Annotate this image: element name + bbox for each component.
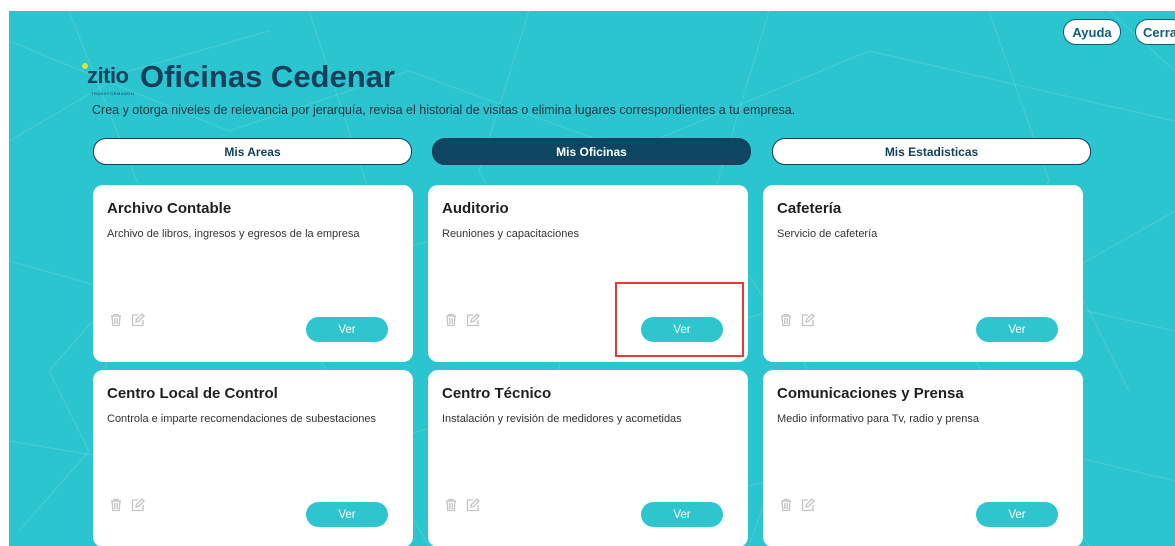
- office-card: Comunicaciones y Prensa Medio informativ…: [763, 370, 1083, 546]
- view-button[interactable]: Ver: [641, 502, 723, 527]
- office-title: Cafetería: [777, 200, 842, 217]
- app-canvas: Ayuda Cerra zitio TRANSFORMANDO Oficinas…: [9, 11, 1175, 546]
- office-card: Cafetería Servicio de cafetería Ver: [763, 185, 1083, 362]
- trash-icon[interactable]: [109, 313, 123, 327]
- tab-mis-areas[interactable]: Mis Areas: [93, 138, 412, 165]
- office-description: Archivo de libros, ingresos y egresos de…: [107, 228, 360, 240]
- card-actions: [779, 313, 815, 327]
- office-title: Centro Técnico: [442, 385, 552, 402]
- office-title: Centro Local de Control: [107, 385, 278, 402]
- office-description: Instalación y revisión de medidores y ac…: [442, 413, 682, 425]
- tab-mis-oficinas[interactable]: Mis Oficinas: [432, 138, 751, 165]
- office-description: Reuniones y capacitaciones: [442, 228, 579, 240]
- help-button[interactable]: Ayuda: [1063, 19, 1121, 45]
- edit-icon[interactable]: [801, 313, 815, 327]
- trash-icon[interactable]: [444, 498, 458, 512]
- zitio-logo: zitio TRANSFORMANDO: [82, 61, 138, 101]
- trash-icon[interactable]: [779, 313, 793, 327]
- office-title: Auditorio: [442, 200, 509, 217]
- edit-icon[interactable]: [131, 313, 145, 327]
- office-description: Controla e imparte recomendaciones de su…: [107, 413, 377, 425]
- page-subtitle: Crea y otorga niveles de relevancia por …: [92, 103, 796, 117]
- view-button[interactable]: Ver: [976, 317, 1058, 342]
- edit-icon[interactable]: [466, 313, 480, 327]
- edit-icon[interactable]: [131, 498, 145, 512]
- office-card: Centro Técnico Instalación y revisión de…: [428, 370, 748, 546]
- tab-mis-estadisticas[interactable]: Mis Estadisticas: [772, 138, 1091, 165]
- card-actions: [109, 313, 145, 327]
- office-description: Medio informativo para Tv, radio y prens…: [777, 413, 979, 425]
- logo-wordmark: zitio: [87, 63, 129, 88]
- trash-icon[interactable]: [444, 313, 458, 327]
- view-button[interactable]: Ver: [306, 502, 388, 527]
- office-description: Servicio de cafetería: [777, 228, 878, 240]
- office-title: Archivo Contable: [107, 200, 232, 217]
- card-actions: [109, 498, 145, 512]
- office-card: Centro Local de Control Controla e impar…: [93, 370, 413, 546]
- view-button[interactable]: Ver: [306, 317, 388, 342]
- office-title: Comunicaciones y Prensa: [777, 385, 964, 402]
- edit-icon[interactable]: [801, 498, 815, 512]
- card-actions: [779, 498, 815, 512]
- logo-tagline: TRANSFORMANDO: [91, 91, 135, 96]
- page-title: Oficinas Cedenar: [140, 59, 395, 94]
- trash-icon[interactable]: [779, 498, 793, 512]
- edit-icon[interactable]: [466, 498, 480, 512]
- view-button[interactable]: Ver: [976, 502, 1058, 527]
- annotation-highlight-box: [615, 282, 744, 357]
- card-actions: [444, 313, 480, 327]
- trash-icon[interactable]: [109, 498, 123, 512]
- card-actions: [444, 498, 480, 512]
- office-card: Archivo Contable Archivo de libros, ingr…: [93, 185, 413, 362]
- close-button[interactable]: Cerra: [1135, 19, 1175, 45]
